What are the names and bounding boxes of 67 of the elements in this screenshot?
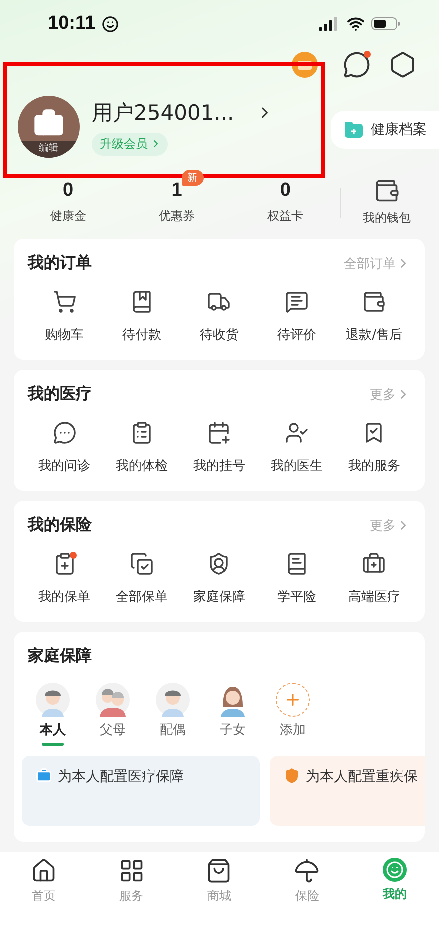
plan-title: 为本人配置重疾保 (306, 768, 418, 786)
menu-item[interactable]: 全部保单 (116, 588, 168, 606)
user-name[interactable]: 用户254001... (92, 98, 234, 127)
man-avatar-icon (156, 683, 190, 717)
grid-icon (118, 858, 145, 884)
plan-card[interactable]: 为本人配置重疾保 (270, 756, 425, 826)
stat-value[interactable]: 0 (280, 180, 291, 202)
home-icon (30, 858, 57, 884)
menu-item[interactable]: 待付款 (122, 326, 162, 344)
new-badge: 新 (182, 170, 204, 186)
coin-icon[interactable] (291, 50, 319, 79)
plan-card[interactable]: 为本人配置医疗保障 (22, 756, 260, 826)
menu-item[interactable]: 我的医生 (270, 457, 323, 475)
section-title: 我的医疗 (28, 384, 92, 405)
doctor-icon[interactable] (284, 421, 309, 445)
wifi-icon (347, 15, 365, 34)
member-tab[interactable]: 添加 (280, 721, 306, 739)
shield-icon (284, 768, 300, 784)
calendar-icon[interactable] (207, 421, 232, 445)
parents-avatar-icon (96, 683, 130, 717)
stat-value[interactable]: 1 (172, 180, 182, 202)
purse-icon[interactable] (362, 290, 386, 314)
menu-item[interactable]: 购物车 (45, 326, 84, 344)
stat-label[interactable]: 权益卡 (268, 208, 304, 225)
medical-kit-icon[interactable] (362, 552, 386, 576)
avatar[interactable]: 编辑 (18, 96, 80, 158)
member-tab[interactable]: 配偶 (160, 721, 186, 739)
status-time: 10:11 (48, 13, 96, 36)
stat-label[interactable]: 优惠券 (158, 208, 195, 225)
menu-item[interactable]: 我的保单 (38, 588, 91, 606)
health-record-button[interactable]: 健康档案 (331, 111, 439, 150)
message-button[interactable] (343, 50, 371, 79)
plus-icon (284, 691, 302, 709)
comment-icon[interactable] (284, 290, 309, 314)
chat-icon[interactable] (52, 421, 77, 445)
section-title: 我的保险 (28, 515, 92, 536)
man-avatar-icon (36, 683, 70, 717)
member-tab[interactable]: 父母 (100, 721, 126, 739)
menu-item[interactable]: 待收货 (200, 326, 239, 344)
wallet-icon[interactable] (374, 178, 400, 204)
menu-item[interactable]: 家庭保障 (193, 588, 246, 606)
medical-kit-icon (36, 768, 52, 784)
menu-item[interactable]: 待评价 (277, 326, 316, 344)
menu-item[interactable]: 我的挂号 (193, 457, 246, 475)
member-tab[interactable]: 子女 (220, 721, 246, 739)
smiley-icon (102, 16, 119, 33)
stat-label[interactable]: 健康金 (50, 208, 86, 225)
folder-icon (345, 122, 363, 138)
menu-item[interactable]: 高端医疗 (348, 588, 400, 606)
battery-icon (371, 17, 401, 32)
menu-item[interactable]: 我的问诊 (38, 457, 91, 475)
menu-item[interactable]: 我的体检 (116, 457, 168, 475)
section-title: 我的订单 (28, 253, 92, 274)
menu-item[interactable]: 学平险 (277, 588, 316, 606)
settings-icon[interactable] (389, 50, 417, 79)
member-tab[interactable]: 本人 (40, 721, 66, 739)
wallet-label[interactable]: 我的钱包 (362, 210, 411, 227)
smiley-icon (383, 858, 408, 882)
umbrella-icon (294, 858, 320, 884)
cart-icon[interactable] (52, 290, 77, 314)
section-title: 家庭保障 (28, 646, 92, 667)
truck-icon[interactable] (207, 290, 232, 314)
menu-item[interactable]: 我的服务 (348, 457, 400, 475)
plan-title: 为本人配置医疗保障 (58, 768, 184, 786)
documents-icon[interactable] (130, 552, 154, 576)
stat-value[interactable]: 0 (63, 180, 74, 202)
menu-item[interactable]: 退款/售后 (346, 326, 402, 344)
